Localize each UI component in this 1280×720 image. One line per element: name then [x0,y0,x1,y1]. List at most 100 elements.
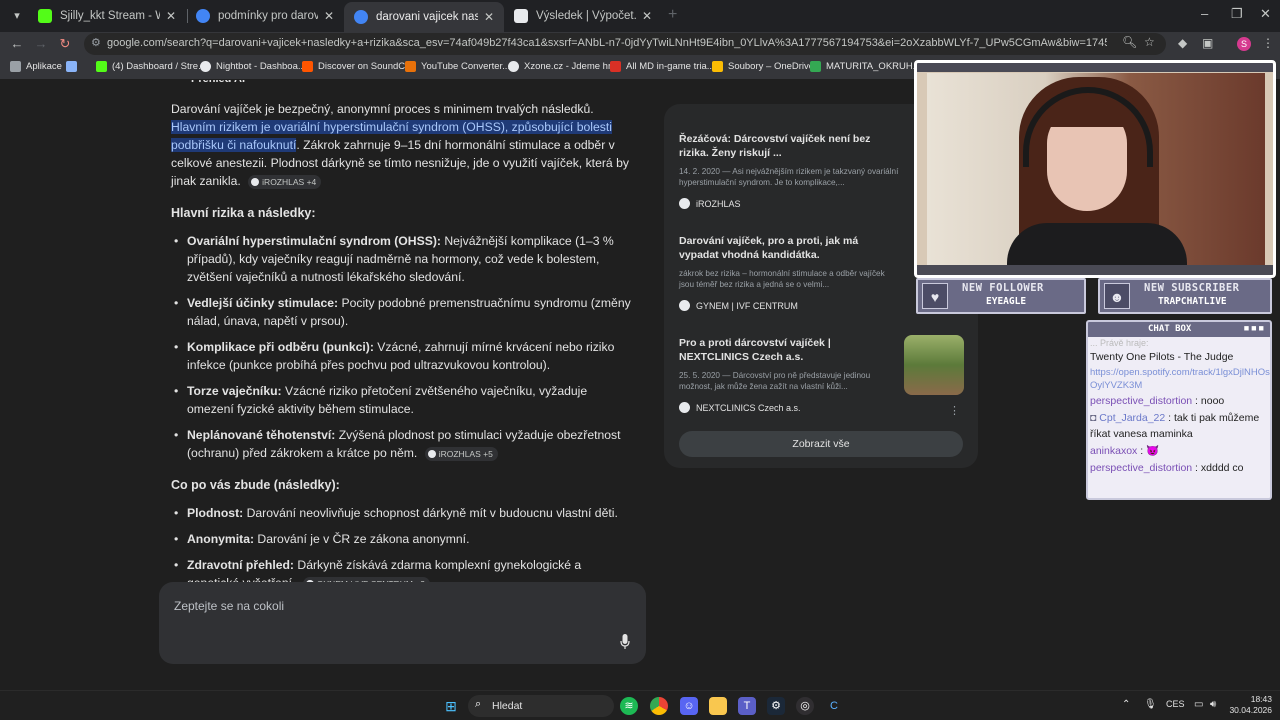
source-chip[interactable]: iROZHLAS +4 [248,174,322,189]
badge-icon: ◘ [1090,412,1097,424]
windows-start-icon[interactable]: ⊞ [442,697,460,715]
file-explorer-icon[interactable] [709,697,727,715]
url-text[interactable]: google.com/search?q=darovani+vajicek+nas… [107,37,1107,49]
tray-chevron-icon[interactable]: ⌃ [1122,699,1130,710]
after-list: Plodnost: Darování neovlivňuje schopnost… [171,504,631,592]
devil-emote-icon: 😈 [1146,445,1160,457]
show-all-button[interactable]: Zobrazit vše [679,431,963,457]
zoom-icon[interactable]: 🔍︎ [1122,35,1137,49]
taskbar-clock[interactable]: 18:43 30.04.2026 [1228,694,1272,716]
language-indicator[interactable]: CES [1166,699,1185,709]
bookmark-aplikace[interactable]: Aplikace [10,61,62,72]
bookmark-nightbot[interactable]: Nightbot - Dashboa... [200,61,306,72]
teams-icon[interactable]: T [738,697,756,715]
volume-icon[interactable]: 🔊︎ [1210,699,1216,710]
list-item: Komplikace při odběru (punkci): Vzácné, … [171,338,631,374]
bookmark-dashboard[interactable]: (4) Dashboard / Stre... [96,61,206,72]
source-site-name: GYNEM | IVF CENTRUM [696,300,798,311]
ask-input[interactable]: Zeptejte se na cokoli [159,582,646,664]
maximize-icon[interactable]: ❐ [1231,6,1243,22]
item-text: Darování je v ČR ze zákona anonymní. [254,532,470,546]
source-title[interactable]: Darování vajíček, pro a proti, jak má vy… [679,234,899,262]
extension-icon[interactable]: ◆ [1178,36,1187,50]
chip-label: iROZHLAS +4 [262,176,317,187]
tab-podminky[interactable]: podmínky pro darování vajíček ✕ [186,4,344,28]
source-thumbnail[interactable] [904,335,964,395]
bookmark-star-icon[interactable]: ☆ [1144,35,1155,49]
alert-username: EYEAGLE [986,296,1027,307]
ai-intro: Darování vajíček je bezpečný, anonymní p… [171,100,631,190]
source-card-nextclinics[interactable]: Pro a proti dárcovství vajíček | NEXTCLI… [679,336,899,413]
back-icon[interactable]: ← [8,35,26,53]
bookmark-soundcloud[interactable]: Discover on SoundC... [302,61,413,72]
minimize-icon[interactable]: – [1201,6,1208,21]
source-snippet: 14. 2. 2020 — Asi nejvážnějším rizikem j… [679,167,899,187]
menu-kebab-icon[interactable]: ⋮ [1262,36,1274,50]
chrome-icon[interactable] [650,697,668,715]
chat-user: perspective_distortion [1090,395,1193,407]
chat-user: aninkaxox [1090,445,1138,457]
close-window-icon[interactable]: ✕ [1260,6,1271,22]
reload-icon[interactable]: ↻ [56,35,74,53]
site-info-icon[interactable]: ⚙ [91,36,101,49]
webcam-person-body [1007,223,1187,265]
google-favicon-icon [196,9,210,23]
bookmark-xzone[interactable]: Xzone.cz - Jdeme hr... [508,61,619,72]
chat-user: perspective_distortion [1090,462,1193,474]
item-term: Torze vaječníku: [187,384,282,398]
source-card-irozhlas[interactable]: Řezáčová: Dárcovství vajíček není bez ri… [679,132,899,209]
bookmark-label: Xzone.cz - Jdeme hr... [524,61,619,72]
extensions-puzzle-icon[interactable]: ▣ [1202,36,1213,50]
bookmark-youtube-converter[interactable]: YouTube Converter... [405,61,510,72]
bookmark-label: Aplikace [26,61,62,72]
app-c-icon[interactable]: C [825,697,843,715]
source-title[interactable]: Pro a proti dárcovství vajíček | NEXTCLI… [679,336,899,364]
source-title[interactable]: Řezáčová: Dárcovství vajíček není bez ri… [679,132,899,160]
tab-vypocet[interactable]: Výsledek | Výpočet.cz ✕ [504,4,662,28]
chat-message: aninkaxox : 😈 [1090,445,1160,457]
bookmark-grid[interactable] [66,61,82,72]
taskbar-search[interactable]: ⌕ Hledat [468,695,614,717]
drive-icon [810,61,821,72]
bookmark-maturita[interactable]: MATURITA_OKRUH... [810,61,921,72]
close-icon[interactable]: ✕ [324,9,334,23]
md-icon [610,61,621,72]
chat-link[interactable]: https://open.spotify.com/track/1lgxDjlNH… [1090,367,1270,391]
bookmark-onedrive[interactable]: Soubory – OneDrive [712,61,814,72]
chat-text: xdddd co [1200,462,1244,474]
webcam-overlay [914,60,1276,278]
document-favicon-icon [514,9,528,23]
webcam-feed [927,73,1265,265]
tab-search-icon[interactable]: ▾ [8,7,26,25]
source-chip[interactable]: iROZHLAS +5 [424,446,498,461]
spotify-icon[interactable]: ≋ [620,697,638,715]
steam-icon[interactable]: ⚙ [767,697,785,715]
microphone-icon[interactable] [620,634,630,650]
profile-avatar[interactable]: S [1237,37,1251,51]
list-item: Torze vaječníku: Vzácné riziko přetočení… [171,382,631,418]
ai-overview-header: Přehled AI [191,80,245,88]
close-icon[interactable]: ✕ [642,9,652,23]
network-icon[interactable]: ▭ [1194,699,1203,710]
item-term: Ovariální hyperstimulační syndrom (OHSS)… [187,234,441,248]
item-term: Anonymita: [187,532,255,546]
tab-kick-stream[interactable]: Sjilly_kkt Stream - Watch Live o ✕ [28,4,186,28]
source-site: NEXTCLINICS Czech a.s. [679,402,899,413]
obs-icon[interactable]: ◎ [796,697,814,715]
source-card-gynem[interactable]: Darování vajíček, pro a proti, jak má vy… [679,234,899,311]
chat-header: CHAT BOX ■■■ [1088,322,1270,337]
bookmark-md-triangles[interactable]: All MD in-game tria... [610,61,715,72]
bookmark-label: Soubory – OneDrive [728,61,815,72]
address-bar[interactable]: ⚙ google.com/search?q=darovani+vajicek+n… [84,33,1166,55]
discord-icon[interactable]: ☺ [680,697,698,715]
chat-message: perspective_distortion : xdddd co [1090,462,1244,474]
tray-mic-icon[interactable]: 🎙︎ [1144,699,1157,710]
tab-darovani-active[interactable]: darovani vajicek nasledky a rizik ✕ [344,2,504,32]
close-icon[interactable]: ✕ [484,10,494,24]
more-options-icon[interactable]: ⋮ [949,404,960,417]
close-icon[interactable]: ✕ [166,9,176,23]
forward-icon[interactable]: → [32,35,50,53]
ask-placeholder[interactable]: Zeptejte se na cokoli [174,599,284,613]
new-tab-icon[interactable]: + [668,6,677,24]
irozhlas-icon [251,177,260,186]
